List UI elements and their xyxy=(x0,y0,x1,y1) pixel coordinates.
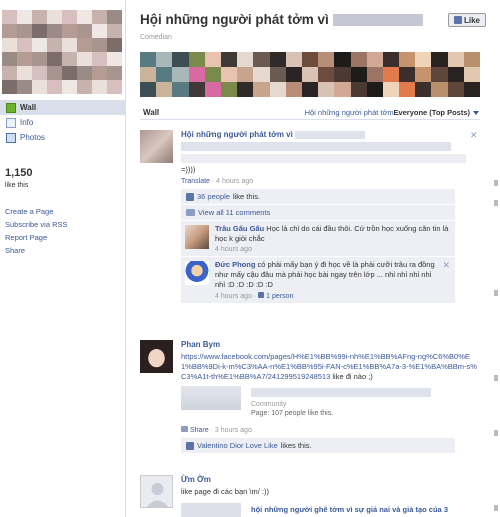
likes-text: likes this. xyxy=(280,441,312,450)
nav-item-photos[interactable]: Photos xyxy=(0,130,125,145)
left-links: Create a Page Subscribe via RSS Report P… xyxy=(5,205,68,257)
post-text: https://www.facebook.com/pages/H%E1%BB%9… xyxy=(181,352,478,382)
strip-photo[interactable] xyxy=(188,52,238,97)
wall-post: Ừm Ờm like page đi các bạn \m/ :)) hội n… xyxy=(140,475,480,517)
post-author[interactable]: Phan Bym xyxy=(181,340,478,349)
wall-label: Wall xyxy=(143,108,160,117)
attachment-thumbnail[interactable] xyxy=(181,503,241,517)
wall-post: Phan Bym https://www.facebook.com/pages/… xyxy=(140,340,480,465)
comment-time: 4 hours ago xyxy=(215,246,252,253)
thumbs-up-icon xyxy=(258,292,265,298)
post-avatar[interactable] xyxy=(140,340,173,373)
view-all-comments-link[interactable]: View all 11 comments xyxy=(198,208,270,217)
comment-avatar[interactable] xyxy=(185,261,209,285)
share-link[interactable]: Share xyxy=(190,427,209,434)
post-meta: Share · 3 hours ago xyxy=(181,426,478,434)
report-page-link[interactable]: Report Page xyxy=(5,233,47,242)
post-url-link[interactable]: https://www.facebook.com/pages/H%E1%BB%9… xyxy=(181,352,477,381)
view-comments-row[interactable]: View all 11 comments xyxy=(181,205,455,221)
post-time: 4 hours ago xyxy=(216,178,254,185)
likes-people-link[interactable]: 36 people xyxy=(197,192,230,201)
likes-label: like this xyxy=(5,182,29,189)
wall-post: ✕ Hội những người phát tởm vì =)))) Tran… xyxy=(140,130,480,330)
attachment-title-link[interactable]: hội những người ghê tởm vì sự giả nai và… xyxy=(251,505,448,514)
comment-meta: 4 hours ago · 1 person xyxy=(215,292,294,300)
like-button[interactable]: Like xyxy=(448,13,486,27)
create-page-link[interactable]: Create a Page xyxy=(5,207,53,216)
left-nav: Wall Info Photos xyxy=(0,100,125,145)
strip-photo[interactable] xyxy=(285,52,335,97)
comment-author[interactable]: Trâu Gấu Gấu xyxy=(215,224,264,233)
redacted-author-part xyxy=(295,130,366,139)
comment-avatar[interactable] xyxy=(185,225,209,249)
thumbs-up-icon xyxy=(186,192,194,201)
wall-filter-link[interactable]: Hội những người phát tởm ... xyxy=(305,108,402,117)
photo-strip xyxy=(140,52,481,97)
redacted-attachment-title xyxy=(251,388,431,397)
nav-item-label: Info xyxy=(20,118,34,127)
strip-photo[interactable] xyxy=(334,52,383,97)
likes-row: 36 people like this. xyxy=(181,189,455,205)
page-category: Comedian xyxy=(140,34,172,41)
attachment-type: Community xyxy=(251,401,287,408)
liker-link[interactable]: Valentino Dior Love Like xyxy=(197,441,278,450)
nav-item-label: Wall xyxy=(20,103,37,112)
feedback-box: 36 people like this. View all 11 comment… xyxy=(181,189,455,304)
translate-link[interactable]: Translate xyxy=(181,178,210,185)
post-text-redacted xyxy=(181,142,478,163)
info-icon xyxy=(6,117,16,128)
likes-row: Valentino Dior Love Like likes this. xyxy=(181,438,455,454)
shared-attachment[interactable]: Community Page: 107 people like this. xyxy=(181,386,478,422)
post-text: =)))) xyxy=(181,165,196,174)
share-icon xyxy=(181,426,188,432)
nav-item-info[interactable]: Info xyxy=(0,115,125,130)
share-link[interactable]: Share xyxy=(5,246,25,255)
subscribe-rss-link[interactable]: Subscribe via RSS xyxy=(5,220,68,229)
comment: Trâu Gấu Gấu Học là chỉ do cái đầu thôi.… xyxy=(181,221,455,257)
comment-icon xyxy=(186,209,195,216)
post-meta: Translate · 4 hours ago xyxy=(181,178,254,185)
wall-icon xyxy=(6,102,16,113)
profile-picture-pixelated xyxy=(2,10,122,94)
wall-bar: Wall Hội những người phát tởm ... Everyo… xyxy=(140,106,480,120)
default-avatar-icon[interactable] xyxy=(140,475,173,508)
post-author[interactable]: Hội những người phát tởm vì xyxy=(181,130,293,139)
page-title-text: Hội những người phát tởm vì xyxy=(140,12,329,27)
strip-photo[interactable] xyxy=(140,52,189,97)
strip-photo[interactable] xyxy=(382,52,432,97)
post-author[interactable]: Ừm Ờm xyxy=(181,475,478,484)
feedback-box: Valentino Dior Love Like likes this. xyxy=(181,438,455,454)
post-time: 3 hours ago xyxy=(214,427,252,434)
post-avatar[interactable] xyxy=(140,130,173,163)
close-icon[interactable]: ✕ xyxy=(442,260,450,271)
right-edge-fragment xyxy=(491,0,500,517)
like-button-label: Like xyxy=(463,15,480,25)
wall-filter-dropdown[interactable]: Everyone (Top Posts) xyxy=(393,108,470,117)
comment-likes-link[interactable]: 1 person xyxy=(266,293,293,300)
profile-picture[interactable] xyxy=(2,10,122,94)
attachment-likes: Page: 107 people like this. xyxy=(251,410,334,417)
strip-photo[interactable] xyxy=(431,52,481,97)
attachment-thumbnail[interactable] xyxy=(181,386,241,410)
comment: ✕ Đức Phong có phải mấy bạn ý đi học về … xyxy=(181,257,455,304)
thumbs-up-icon xyxy=(186,441,194,450)
post-text: like page đi các bạn \m/ :)) xyxy=(181,487,269,496)
likes-text: like this. xyxy=(232,192,261,201)
redacted-title-part xyxy=(332,14,423,27)
column-divider xyxy=(125,0,126,517)
chevron-down-icon[interactable] xyxy=(473,111,479,115)
page-title: Hội những người phát tởm vì xyxy=(140,12,423,27)
comment-time: 4 hours ago xyxy=(215,293,252,300)
likes-count: 1,150 xyxy=(5,167,33,179)
left-column: Wall Info Photos 1,150 like this Create … xyxy=(0,0,125,517)
nav-item-label: Photos xyxy=(20,133,45,142)
photos-icon xyxy=(6,132,16,143)
comment-author[interactable]: Đức Phong xyxy=(215,260,255,269)
thumbs-up-icon xyxy=(453,16,462,24)
nav-item-wall[interactable]: Wall xyxy=(0,100,125,115)
post-url-tail: like đi nào ;) xyxy=(330,372,373,381)
shared-attachment[interactable]: hội những người ghê tởm vì sự giả nai và… xyxy=(181,503,478,517)
strip-photo[interactable] xyxy=(237,52,286,97)
